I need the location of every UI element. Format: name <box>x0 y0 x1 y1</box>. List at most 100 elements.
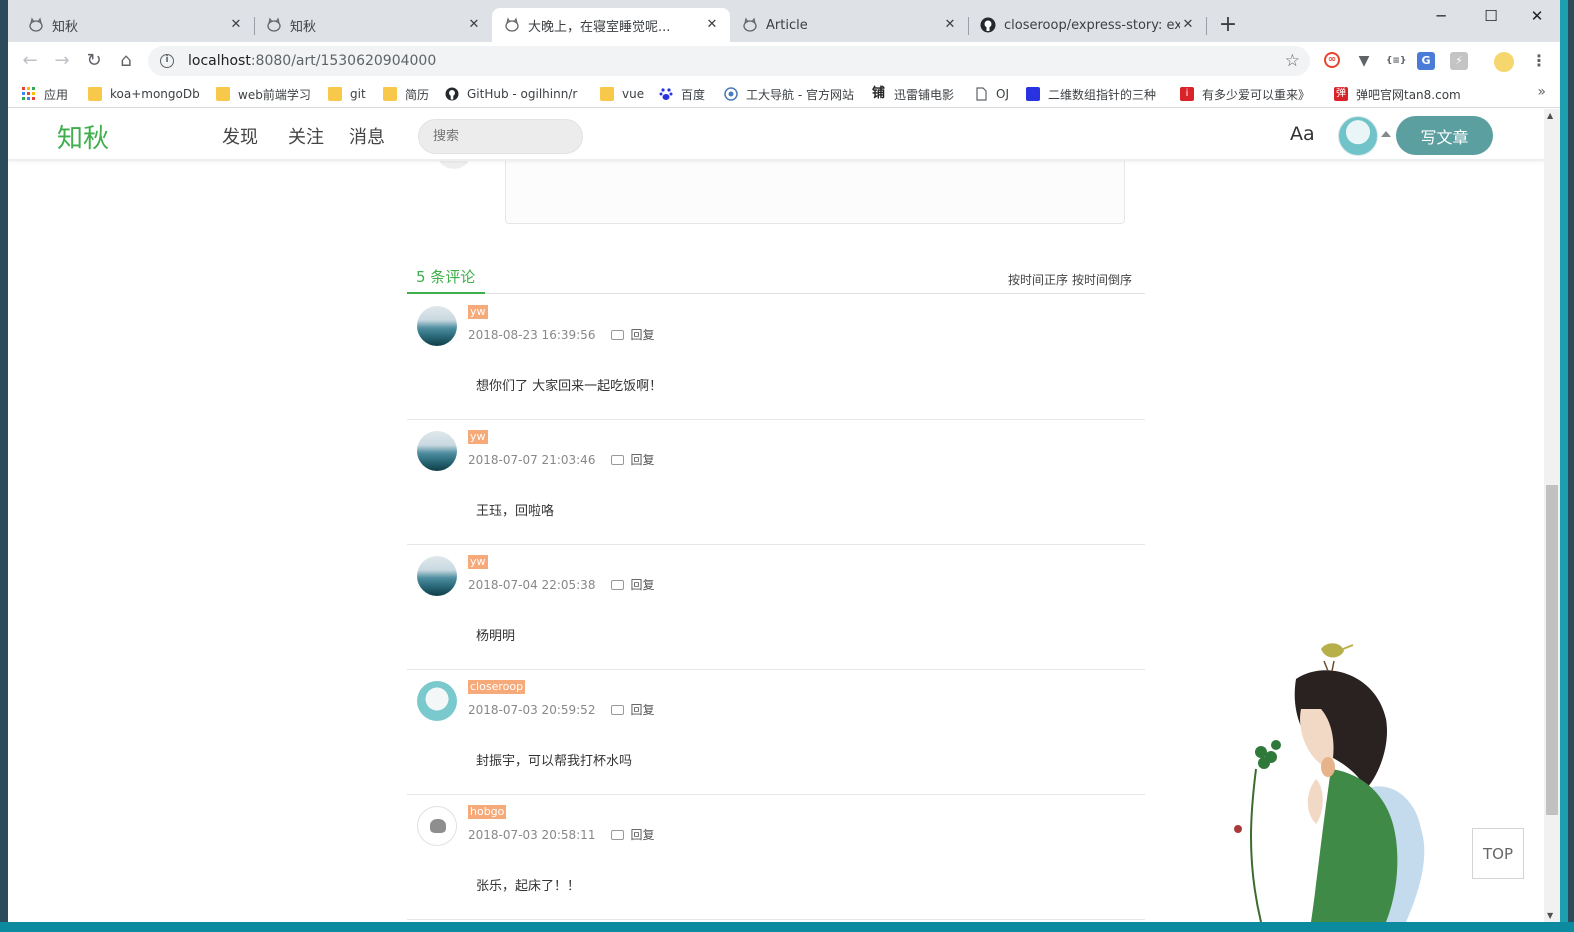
bookmark-folder-git[interactable]: git <box>328 85 366 103</box>
tab-close-icon[interactable]: ✕ <box>1180 17 1196 33</box>
tab-close-icon[interactable]: ✕ <box>228 17 244 33</box>
pusheen-favicon-icon <box>266 17 282 33</box>
write-article-button[interactable]: 写文章 <box>1396 116 1493 155</box>
bookmark-folder-vue[interactable]: vue <box>600 85 644 103</box>
url-text[interactable]: localhost:8080/art/1530620904000 <box>188 53 436 69</box>
commenter-name[interactable]: yw <box>468 555 488 569</box>
reply-bubble-icon[interactable] <box>611 704 625 715</box>
commenter-avatar[interactable] <box>417 431 457 471</box>
tab-close-icon[interactable]: ✕ <box>704 17 720 33</box>
bookmark-folder-web[interactable]: web前端学习 <box>216 85 311 103</box>
page-viewport: 知秋 发现 关注 消息 Aa 写文章 5 条评论 按时间正序按时间倒序 yw 2… <box>8 109 1544 922</box>
bookmark-baidu-array[interactable]: 二维数组指针的三种 <box>1026 85 1156 103</box>
tab-zhiqiu-2[interactable]: 知秋 ✕ <box>254 8 492 42</box>
reply-bubble-icon[interactable] <box>611 329 625 340</box>
reply-link[interactable]: 回复 <box>630 326 654 343</box>
reply-link[interactable]: 回复 <box>630 576 654 593</box>
comment-time: 2018-07-03 20:59:52 <box>468 702 596 717</box>
back-to-top-button[interactable]: TOP <box>1472 828 1524 879</box>
site-logo[interactable]: 知秋 <box>57 118 109 155</box>
scroll-up-arrow-icon[interactable]: ▲ <box>1547 111 1553 120</box>
bookmark-label: 应用 <box>44 87 69 102</box>
back-button[interactable]: ← <box>18 49 42 73</box>
bookmark-label: 迅雷铺电影 <box>894 87 955 102</box>
nav-messages[interactable]: 消息 <box>349 123 385 149</box>
bookmarks-bar: 应用 koa+mongoDb web前端学习 git 简历 GitHub - o… <box>8 80 1560 108</box>
commenter-name[interactable]: yw <box>468 430 488 444</box>
bookmark-folder-resume[interactable]: 简历 <box>383 85 429 103</box>
address-bar[interactable]: i localhost:8080/art/1530620904000 ☆ <box>148 46 1310 76</box>
reply-link[interactable]: 回复 <box>630 826 654 843</box>
bookmark-baidu[interactable]: 百度 <box>659 85 705 103</box>
minimize-button[interactable]: ─ <box>1418 4 1464 28</box>
forward-button[interactable]: → <box>50 49 74 73</box>
sort-desc-link[interactable]: 按时间倒序 <box>1072 273 1132 287</box>
bookmark-tan8[interactable]: 弹 弹吧官网tan8.com <box>1334 85 1461 103</box>
tab-strip: 知秋 ✕ 知秋 ✕ 大晚上，在寝室睡觉呢... ✕ Article ✕ clos… <box>8 0 1560 42</box>
caret-up-icon[interactable] <box>1381 131 1391 137</box>
commenter-name[interactable]: closeroop <box>468 680 526 694</box>
reload-button[interactable]: ↻ <box>82 49 106 73</box>
vue-devtools-extension-icon[interactable]: ▼ <box>1355 52 1373 70</box>
font-size-toggle[interactable]: Aa <box>1290 123 1315 145</box>
commenter-name[interactable]: hobgo <box>468 805 507 819</box>
commenter-avatar[interactable] <box>417 681 457 721</box>
comment-time: 2018-07-07 21:03:46 <box>468 452 596 467</box>
comment-item: yw 2018-07-07 21:03:46 回复 王珏，回啦咯 <box>407 419 1145 545</box>
commenter-name[interactable]: yw <box>468 305 488 319</box>
commenter-avatar[interactable] <box>417 806 457 846</box>
info-icon[interactable]: i <box>160 54 174 68</box>
red-i-icon: i <box>1180 87 1194 101</box>
reply-link[interactable]: 回复 <box>630 451 654 468</box>
sort-asc-link[interactable]: 按时间正序 <box>1008 273 1068 287</box>
scroll-down-arrow-icon[interactable]: ▼ <box>1547 911 1553 920</box>
tab-zhiqiu-1[interactable]: 知秋 ✕ <box>16 8 254 42</box>
baidu-icon <box>659 87 673 101</box>
bookmarks-overflow-chevron-icon[interactable]: » <box>1537 84 1546 100</box>
comment-item: yw 2018-07-04 22:05:38 回复 杨明明 <box>407 544 1145 670</box>
commenter-avatar[interactable] <box>417 556 457 596</box>
infinity-extension-icon[interactable]: ∞ <box>1324 52 1340 68</box>
tab-title: closeroop/express-story: expre <box>1004 17 1180 33</box>
desktop-right-edge <box>1568 0 1574 932</box>
tab-github[interactable]: closeroop/express-story: expre ✕ <box>968 8 1206 42</box>
reply-bubble-icon[interactable] <box>611 454 625 465</box>
bookmark-oj[interactable]: OJ <box>974 85 1009 103</box>
bookmark-music[interactable]: i 有多少爱可以重来》 <box>1180 85 1310 103</box>
commenter-avatar[interactable] <box>417 306 457 346</box>
tab-article-active[interactable]: 大晚上，在寝室睡觉呢... ✕ <box>492 8 730 42</box>
reply-bubble-icon[interactable] <box>611 829 625 840</box>
tab-close-icon[interactable]: ✕ <box>942 17 958 33</box>
home-button[interactable]: ⌂ <box>114 49 138 73</box>
bookmark-gongda[interactable]: 工大导航 - 官方网站 <box>724 85 854 103</box>
tab-close-icon[interactable]: ✕ <box>466 17 482 33</box>
comment-meta: 2018-07-03 20:58:11 回复 <box>468 826 654 843</box>
reply-link[interactable]: 回复 <box>630 701 654 718</box>
scrollbar-thumb[interactable] <box>1546 485 1558 815</box>
tab-article[interactable]: Article ✕ <box>730 8 968 42</box>
bookmark-github[interactable]: GitHub - ogilhinn/r <box>445 85 577 103</box>
menu-kebab-icon[interactable]: ⋮ <box>1530 52 1548 70</box>
user-avatar[interactable] <box>1338 116 1378 156</box>
new-tab-button[interactable]: + <box>1216 14 1240 38</box>
page-scrollbar[interactable]: ▲ ▼ <box>1544 109 1560 922</box>
tab-title: 知秋 <box>52 19 79 35</box>
extension-icon[interactable]: ⚡ <box>1450 52 1468 70</box>
comment-meta: 2018-07-03 20:59:52 回复 <box>468 701 654 718</box>
reply-bubble-icon[interactable] <box>611 579 625 590</box>
close-window-button[interactable]: ✕ <box>1514 4 1560 28</box>
bookmark-apps[interactable]: 应用 <box>22 85 68 103</box>
json-extension-icon[interactable]: {≡} <box>1386 52 1406 70</box>
tan8-icon: 弹 <box>1334 87 1348 101</box>
nav-discover[interactable]: 发现 <box>222 123 258 149</box>
bookmark-folder-koa[interactable]: koa+mongoDb <box>88 85 200 103</box>
bookmark-xunlei[interactable]: 铺 迅雷铺电影 <box>872 85 954 103</box>
profile-avatar-icon[interactable] <box>1494 52 1514 72</box>
search-input[interactable] <box>418 119 583 154</box>
bookmark-star-icon[interactable]: ☆ <box>1285 51 1300 71</box>
maximize-button[interactable]: ☐ <box>1468 4 1514 28</box>
nav-following[interactable]: 关注 <box>288 123 324 149</box>
translate-extension-icon[interactable]: G <box>1417 52 1435 70</box>
folder-icon <box>216 87 230 101</box>
xunlei-icon: 铺 <box>872 86 886 101</box>
